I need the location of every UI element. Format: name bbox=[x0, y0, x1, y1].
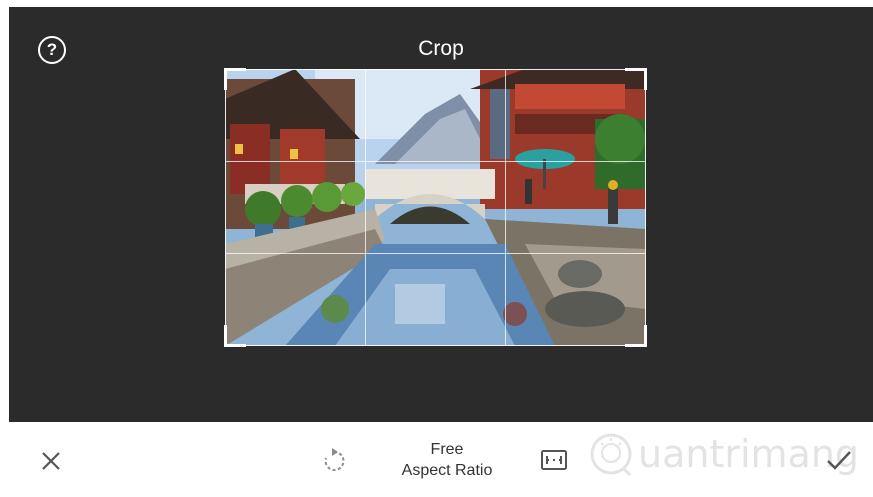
bottom-toolbar: Free Aspect Ratio uantrimang bbox=[0, 422, 873, 497]
page-title: Crop bbox=[418, 37, 464, 60]
cancel-button[interactable] bbox=[36, 446, 66, 476]
quantrimang-logo-icon bbox=[590, 433, 632, 477]
canal-town-photo bbox=[225, 69, 646, 346]
aspect-ratio-selector[interactable]: Free Aspect Ratio bbox=[382, 439, 512, 481]
crop-handle-bottom-left[interactable] bbox=[224, 325, 246, 347]
aspect-ratio-value: Free bbox=[430, 441, 464, 458]
crop-handle-top-right[interactable] bbox=[625, 68, 647, 90]
grid-line-horizontal-1 bbox=[225, 161, 646, 162]
aspect-ratio-button[interactable] bbox=[539, 446, 569, 474]
confirm-button[interactable] bbox=[822, 444, 856, 476]
grid-line-vertical-2 bbox=[505, 69, 506, 346]
crop-handle-bottom-right[interactable] bbox=[625, 325, 647, 347]
checkmark-icon bbox=[827, 451, 851, 470]
grid-line-vertical-1 bbox=[365, 69, 366, 346]
close-icon bbox=[42, 452, 60, 470]
rotate-icon bbox=[324, 448, 345, 471]
aspect-ratio-icon bbox=[541, 450, 567, 470]
photo-preview[interactable] bbox=[225, 69, 646, 346]
crop-handle-top-left[interactable] bbox=[224, 68, 246, 90]
grid-line-horizontal-2 bbox=[225, 253, 646, 254]
aspect-ratio-label: Aspect Ratio bbox=[401, 462, 493, 479]
rotate-button[interactable] bbox=[319, 445, 349, 477]
watermark: uantrimang bbox=[588, 431, 859, 477]
